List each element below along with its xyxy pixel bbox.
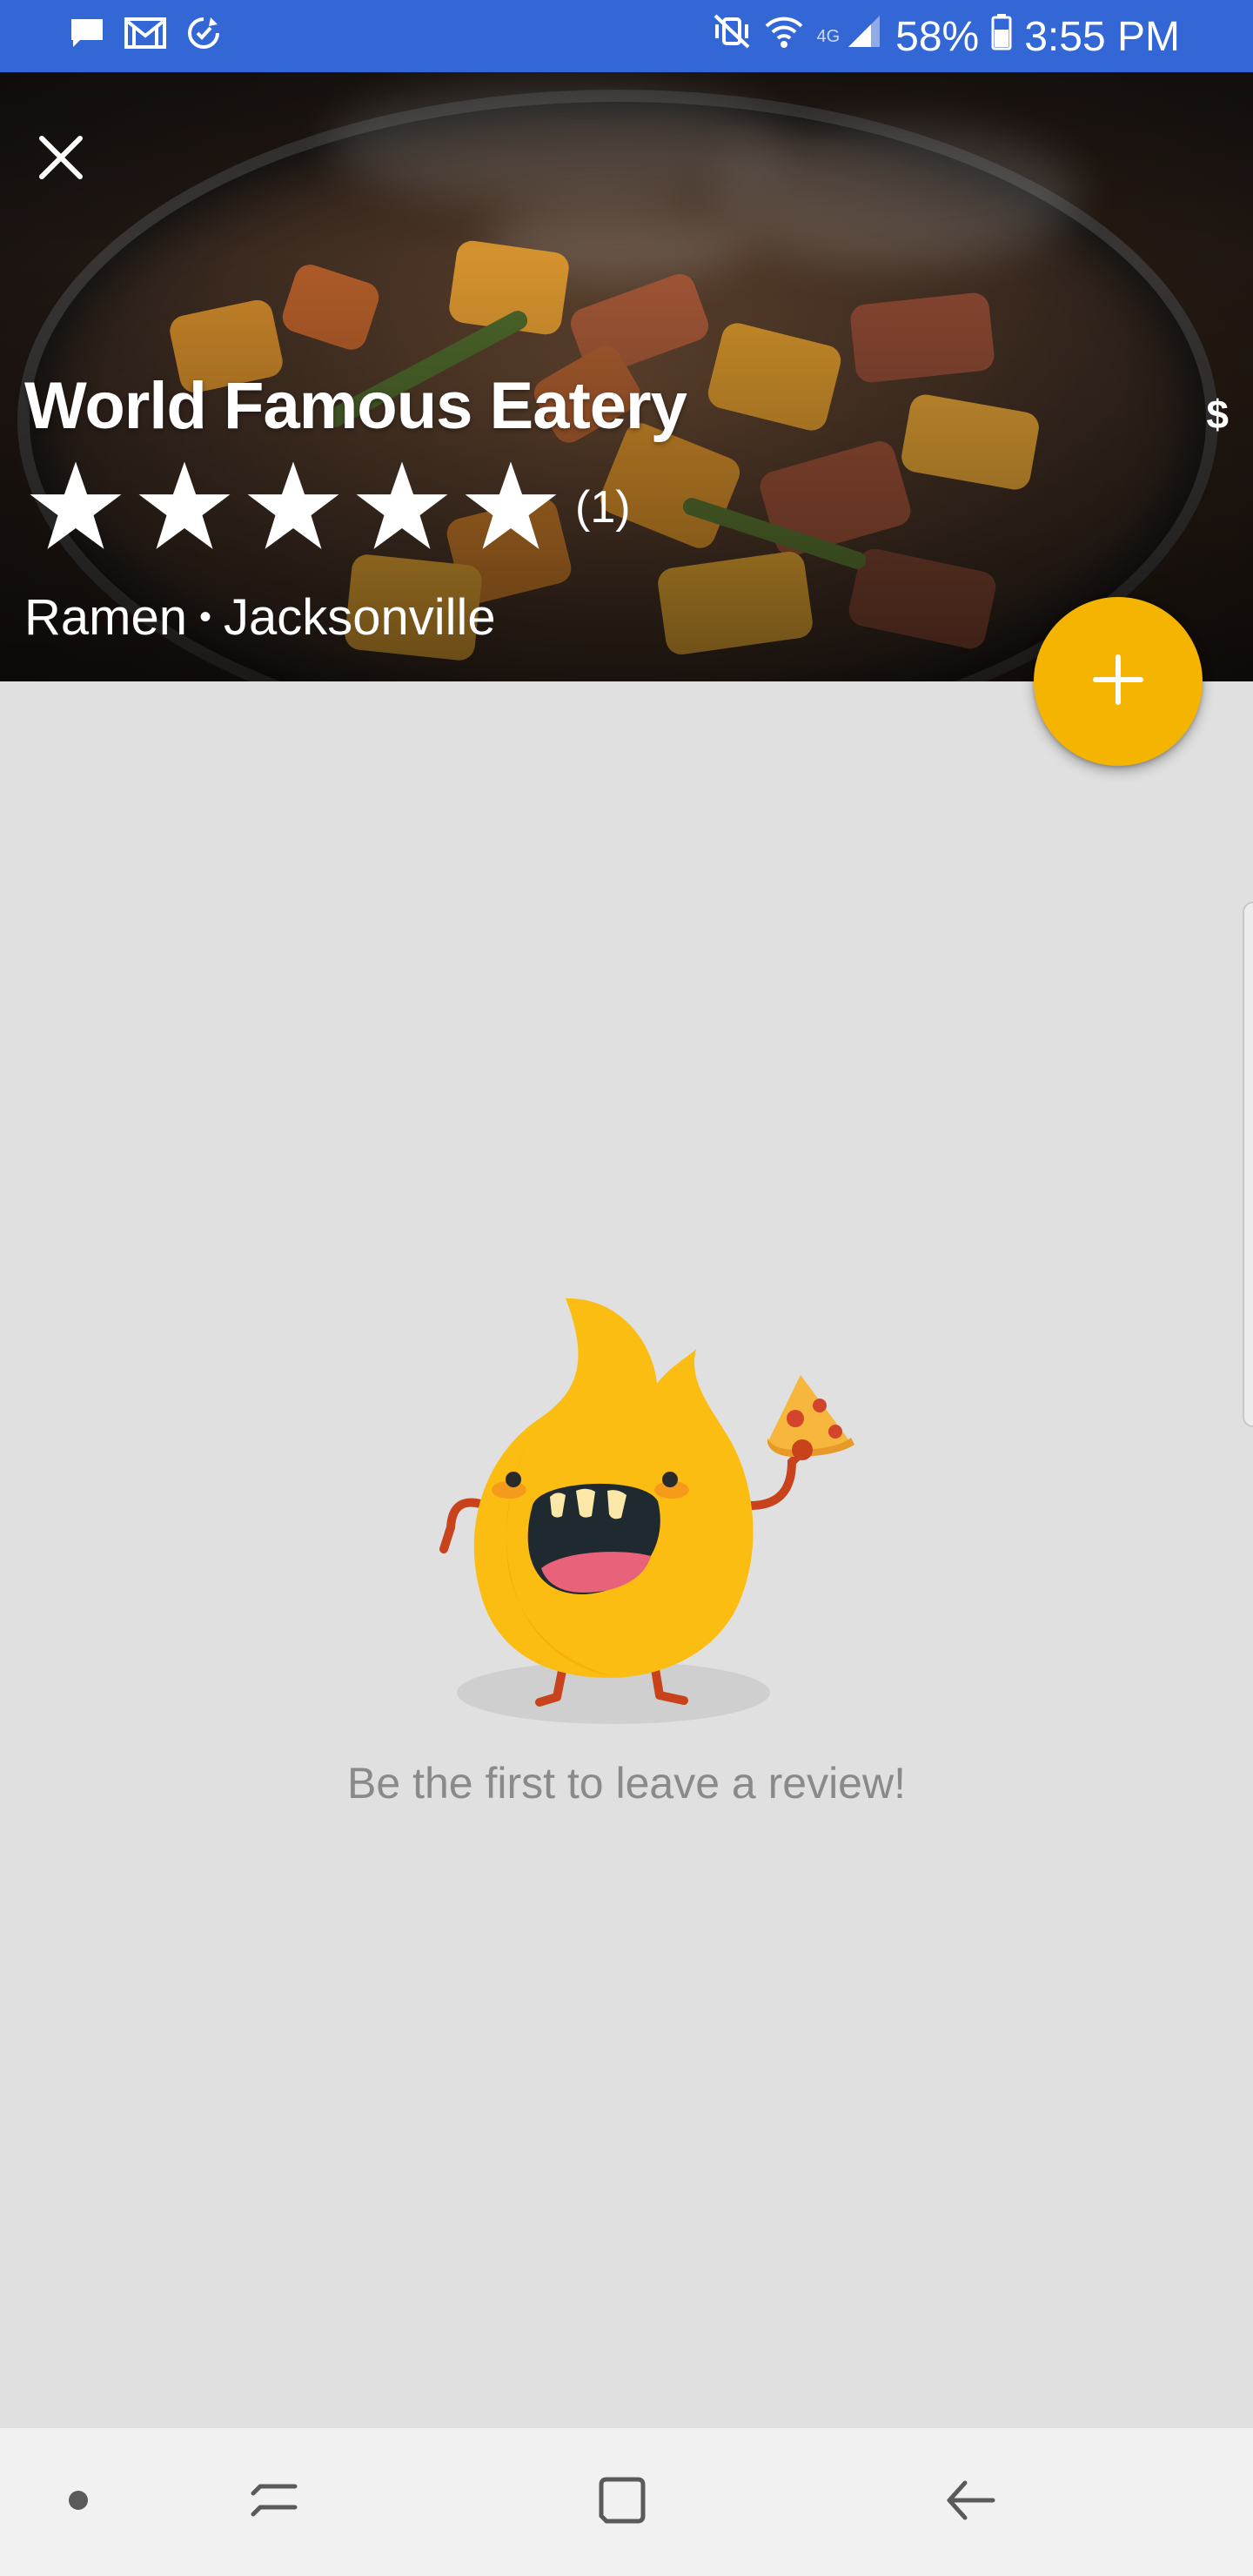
star-icon (356, 461, 448, 549)
nav-dot-button[interactable] (35, 2428, 122, 2576)
back-button[interactable] (914, 2428, 1027, 2576)
vibrate-mute-icon (712, 12, 752, 61)
meta-separator: • (198, 598, 211, 636)
recent-apps-icon (246, 2472, 302, 2532)
star-icon (30, 461, 122, 549)
back-icon (942, 2472, 998, 2532)
empty-state-message: Be the first to leave a review! (347, 1759, 906, 1808)
navigation-bar (0, 2428, 1253, 2576)
price-level: $ (1206, 392, 1229, 437)
flame-mascot-illustration (426, 1288, 861, 1741)
wifi-icon (764, 12, 804, 61)
restaurant-meta: Ramen • Jacksonville (24, 588, 496, 647)
gmail-icon (124, 14, 167, 57)
edge-panel-handle[interactable] (1243, 902, 1253, 1427)
dot-icon (67, 2489, 90, 2516)
battery-percent: 58% (895, 13, 980, 60)
status-right: 4G 58% 3:55 PM (712, 7, 1180, 66)
restaurant-name: World Famous Eatery (24, 369, 687, 443)
plus-icon (1092, 654, 1144, 710)
recent-apps-button[interactable] (218, 2428, 331, 2576)
rating-row: (1) (26, 455, 631, 560)
add-review-button[interactable] (1034, 597, 1203, 766)
close-button[interactable] (26, 124, 96, 194)
home-button[interactable] (566, 2428, 679, 2576)
rating-count: (1) (575, 482, 631, 533)
sync-icon (184, 14, 223, 57)
status-left-icons (68, 14, 223, 57)
restaurant-category: Ramen (24, 589, 187, 646)
status-bar: 4G 58% 3:55 PM (0, 0, 1253, 72)
star-icon (138, 461, 231, 549)
status-time: 3:55 PM (1024, 13, 1180, 60)
star-icon (247, 461, 339, 549)
home-icon (594, 2472, 650, 2532)
close-icon (37, 133, 85, 186)
battery-icon (991, 12, 1012, 61)
signal-icon (845, 12, 883, 61)
chat-icon (68, 14, 106, 57)
network-type: 4G (816, 26, 841, 46)
star-icon (465, 461, 557, 549)
restaurant-city: Jacksonville (224, 589, 496, 646)
